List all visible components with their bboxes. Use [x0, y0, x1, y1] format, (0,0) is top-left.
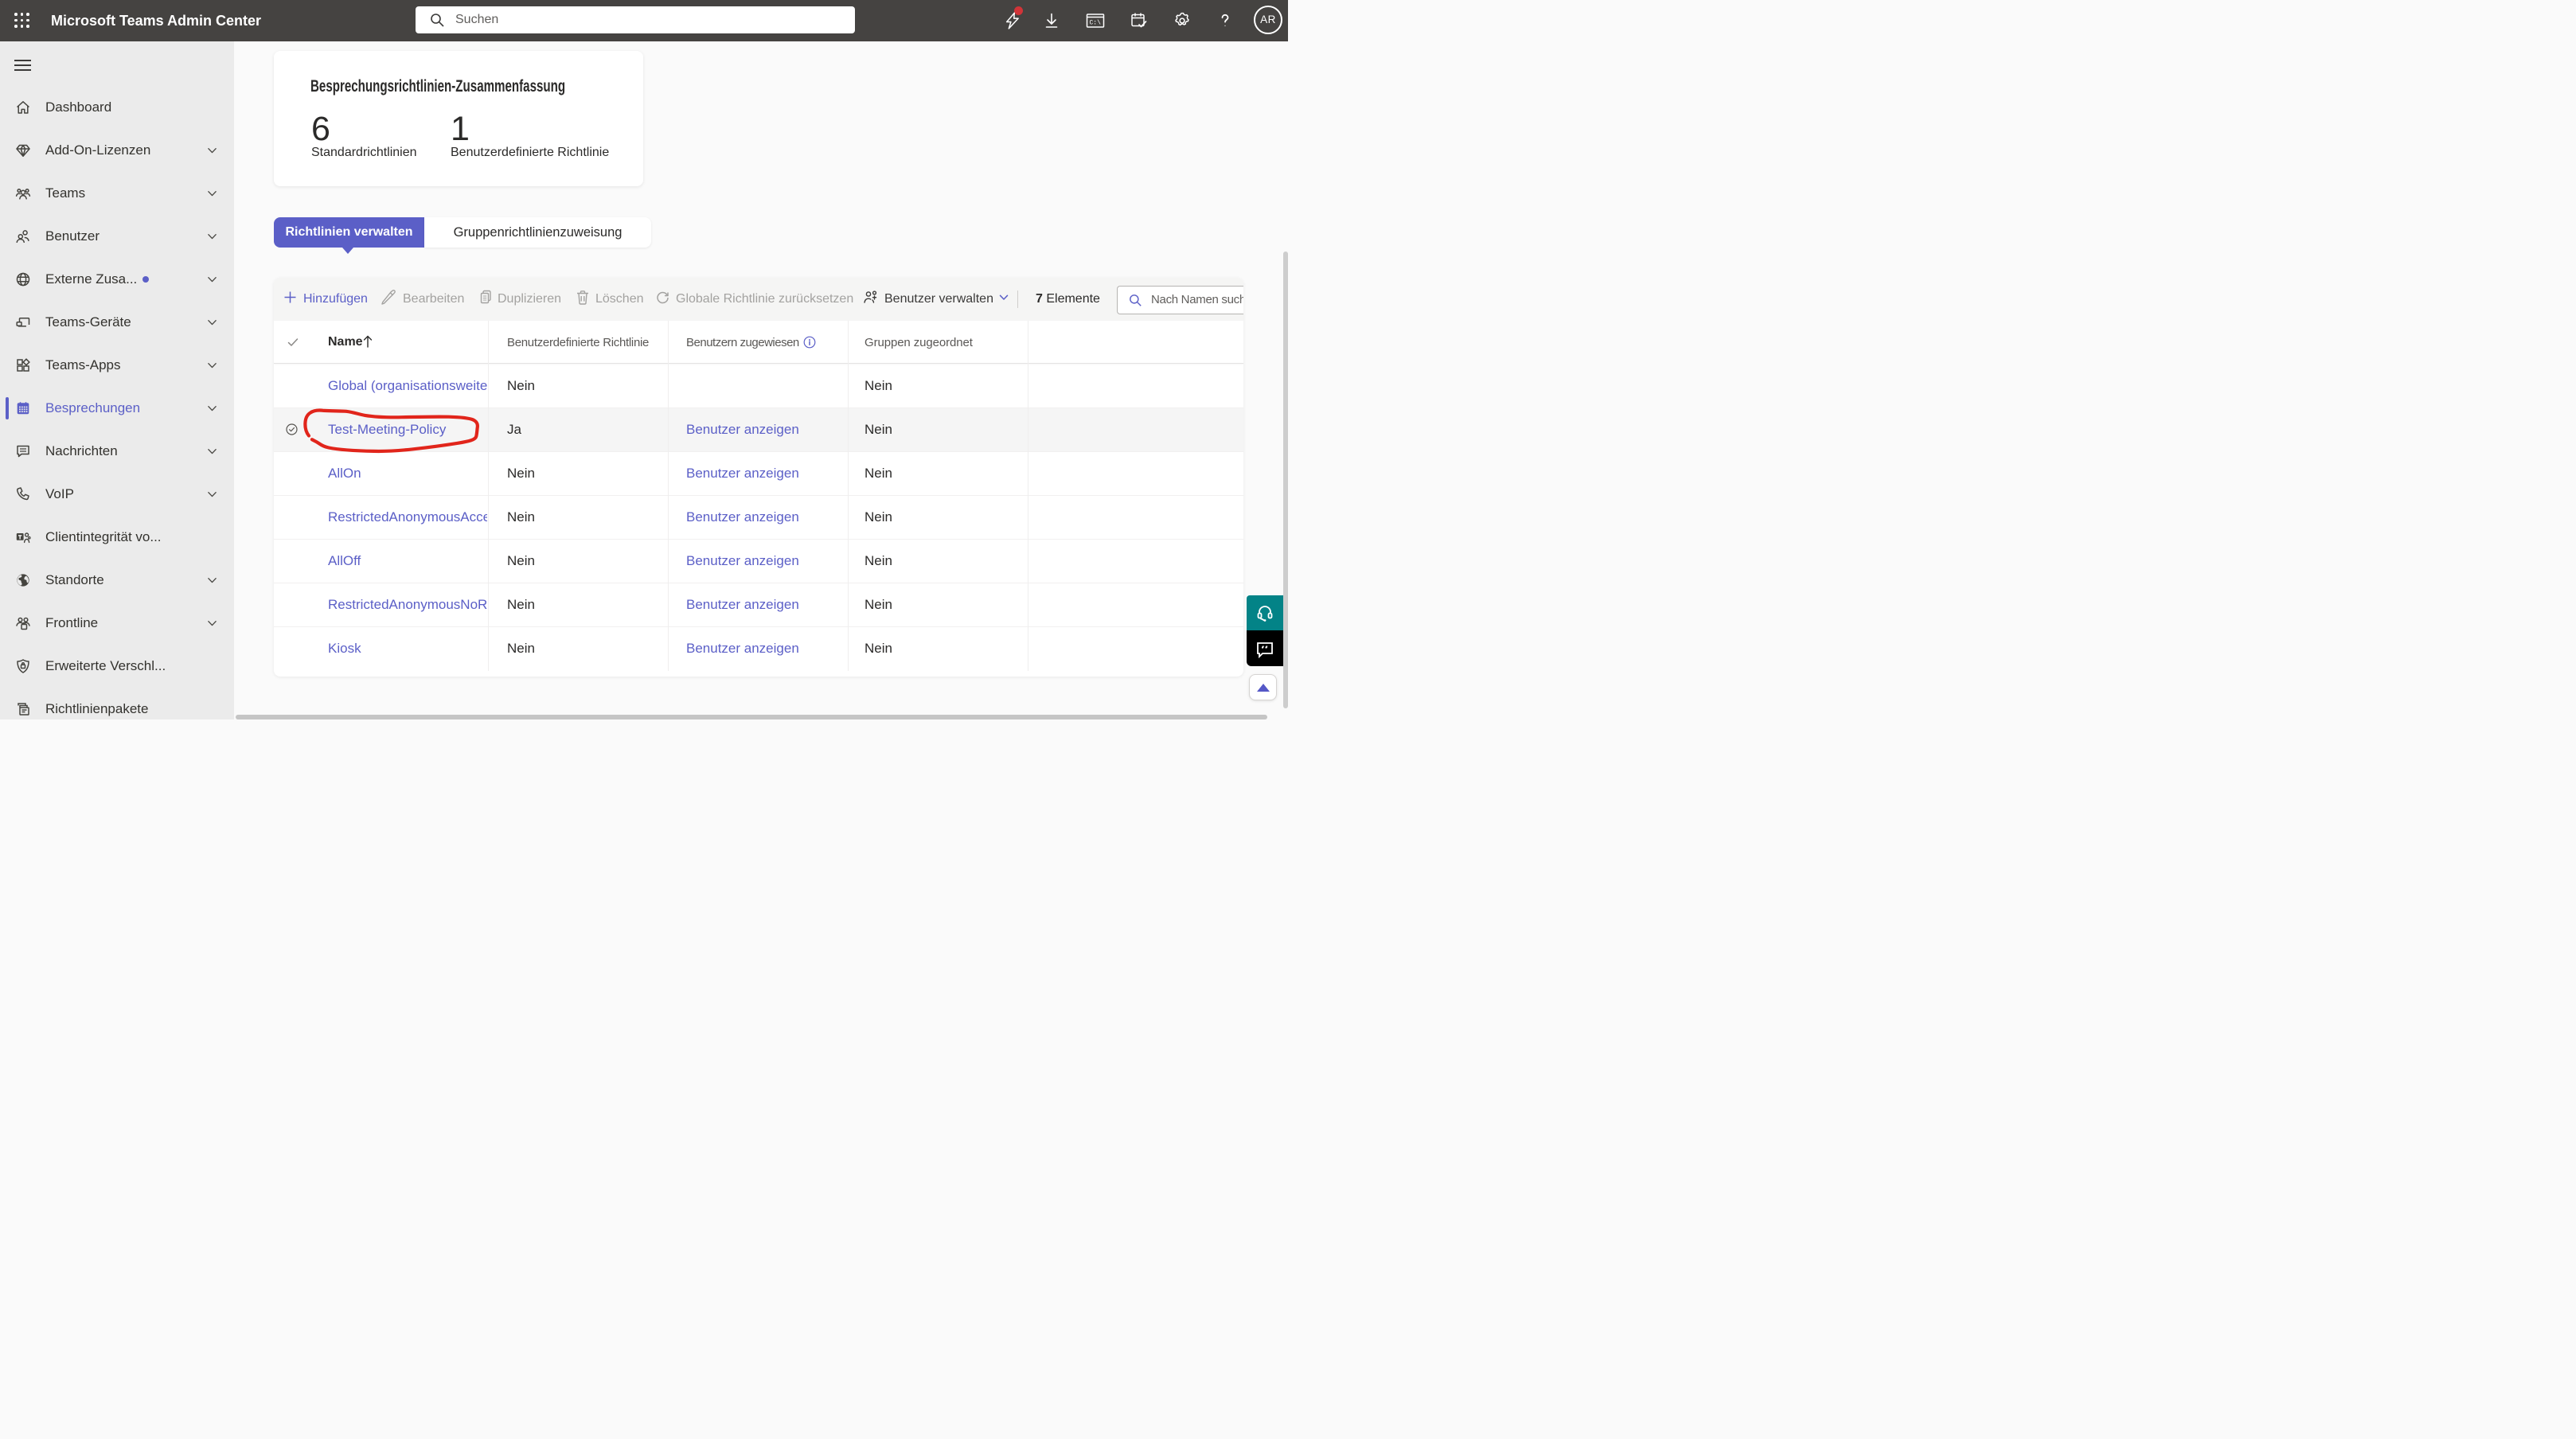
svg-text:C:\: C:\: [1090, 20, 1102, 27]
